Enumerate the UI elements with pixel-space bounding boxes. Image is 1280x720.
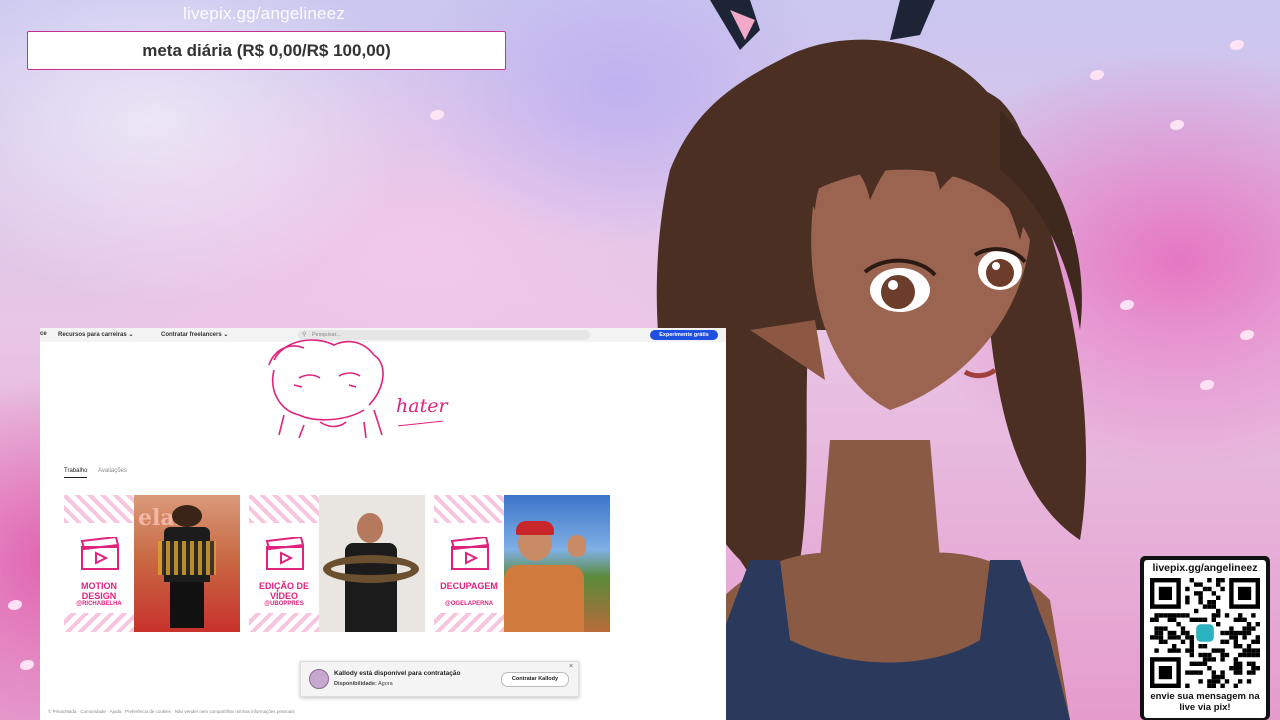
goal-url: livepix.gg/angelineez: [183, 4, 346, 23]
nav-item-cut[interactable]: ce: [40, 331, 47, 337]
try-free-button[interactable]: Experimente grátis: [650, 330, 718, 340]
hand-figure: [568, 535, 586, 557]
petal: [8, 600, 22, 610]
card-graphic: MOTION DESIGN @RICHABELHA: [64, 495, 134, 632]
card-photo: [504, 495, 610, 632]
tab-work[interactable]: Trabalho: [64, 468, 88, 478]
pix-widget: livepix.gg/angelineez envie sua mensagem…: [1144, 560, 1266, 718]
hater-banner-art: [268, 339, 384, 439]
person-figure: [170, 582, 204, 628]
hire-availability-toast: Kallody está disponível para contratação…: [300, 661, 579, 697]
pix-url: livepix.gg/angelineez: [1152, 562, 1258, 574]
availability-value: Agora: [378, 681, 393, 687]
card-graphic: EDIÇÃO DE VÍDEO @UBOPPRES: [249, 495, 319, 632]
clapperboard-icon: [450, 537, 490, 570]
close-icon[interactable]: ×: [569, 663, 573, 670]
daily-goal-bar: meta diária (R$ 0,00/R$ 100,00): [27, 31, 506, 70]
person-figure: [357, 513, 383, 543]
card-photo: elas: [134, 495, 240, 632]
person-figure: [158, 541, 216, 575]
person-figure: [172, 505, 202, 527]
nav-item-career-resources[interactable]: Recursos para carreiras ⌄: [58, 331, 133, 338]
toast-title: Kallody está disponível para contratação: [334, 670, 461, 677]
petal: [1170, 120, 1184, 130]
site-footer: © PrivacMada · Comunidade · Ajuda · Pref…: [48, 709, 295, 714]
petal: [1240, 330, 1254, 340]
card-title: DECUPAGEM: [440, 581, 498, 591]
cap-figure: [516, 521, 554, 535]
portfolio-card[interactable]: MOTION DESIGN @RICHABELHA elas: [64, 495, 240, 632]
avatar: [309, 669, 329, 689]
card-photo: [319, 495, 425, 632]
clapperboard-icon: [80, 537, 120, 570]
card-handle: @UBOPPRES: [264, 601, 304, 607]
person-figure: [504, 565, 584, 632]
nav-item-hire-freelancers[interactable]: Contratar freelancers ⌄: [161, 331, 228, 338]
browser-capture: ce Recursos para carreiras ⌄ Contratar f…: [40, 328, 726, 720]
banner-text: hater: [396, 395, 448, 417]
clapperboard-icon: [265, 537, 305, 570]
snake-figure: [323, 555, 419, 583]
hire-button[interactable]: Contratar Kallody: [501, 672, 569, 687]
qr-code-icon: [1150, 578, 1260, 688]
petal: [20, 660, 34, 670]
tab-reviews[interactable]: Avaliações: [98, 468, 127, 474]
portfolio-card[interactable]: DECUPAGEM @OGELAPERNA: [434, 495, 610, 632]
availability-label: Disponibilidade:: [334, 681, 377, 687]
nav-item-label: Recursos para carreiras: [58, 332, 127, 338]
card-title: EDIÇÃO DE VÍDEO: [258, 581, 309, 601]
pix-message: envie sua mensagem na live via pix!: [1150, 691, 1260, 713]
card-title: MOTION DESIGN: [81, 581, 117, 601]
card-handle: @RICHABELHA: [76, 601, 122, 607]
petal: [1230, 40, 1244, 50]
goal-text: meta diária (R$ 0,00/R$ 100,00): [142, 40, 391, 60]
card-handle: @OGELAPERNA: [444, 601, 494, 607]
toast-availability: Disponibilidade: Agora: [334, 681, 393, 687]
petal: [430, 110, 444, 120]
nav-item-label: Contratar freelancers: [161, 332, 222, 338]
card-graphic: DECUPAGEM @OGELAPERNA: [434, 495, 504, 632]
portfolio-card[interactable]: EDIÇÃO DE VÍDEO @UBOPPRES: [249, 495, 425, 632]
petal: [1200, 380, 1214, 390]
